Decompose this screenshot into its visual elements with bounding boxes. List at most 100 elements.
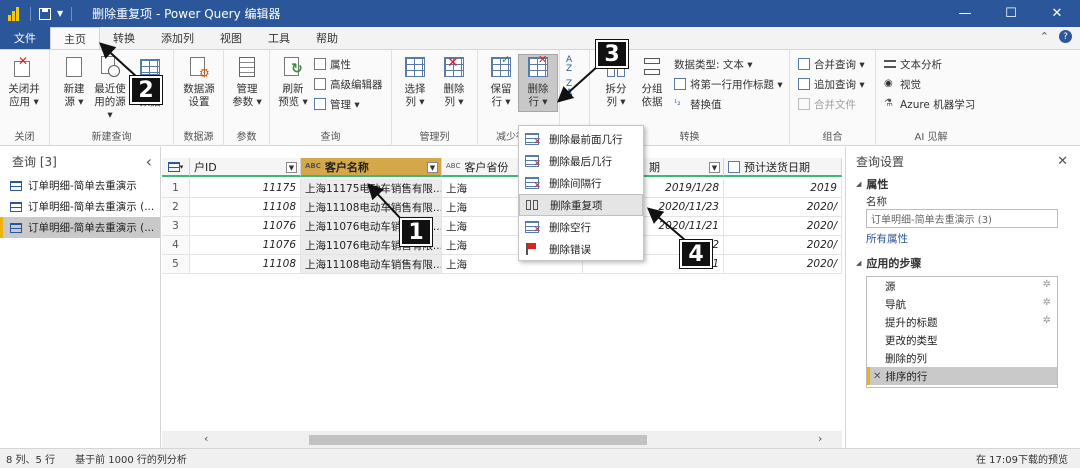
scrollbar-thumb[interactable] (309, 435, 647, 445)
collapse-ribbon-icon[interactable]: ⌃ (1040, 30, 1049, 43)
applied-step[interactable]: 导航 ✲ (867, 295, 1057, 313)
applied-step[interactable]: 源 ✲ (867, 277, 1057, 295)
tab-file[interactable]: 文件 (0, 27, 50, 49)
chevron-down-icon[interactable]: ▼ (709, 162, 720, 173)
vision-button[interactable]: ◉ 视觉 (884, 76, 921, 92)
data-source-settings-button[interactable]: ⚙ 数据源 设置 (179, 55, 219, 109)
recent-sources-button[interactable]: 最近使 用的源 ▾ (90, 55, 130, 122)
cell-id[interactable]: 11108 (190, 198, 301, 217)
cell-id[interactable]: 11076 (190, 217, 301, 236)
table-row[interactable]: 5 11108 上海11108电动车销售有限... 上海 /1 2020/ (162, 255, 842, 274)
column-header-customer-name[interactable]: ABC 客户名称 ▼ (301, 158, 442, 177)
merge-queries-button[interactable]: 合并查询 ▾ (798, 56, 865, 72)
remove-columns-button[interactable]: ✕ 删除 列 ▾ (434, 55, 474, 109)
properties-section[interactable]: ◢ 属性 (846, 175, 1080, 193)
new-source-button[interactable]: 新建 源 ▾ (54, 55, 94, 109)
cell-ship-date[interactable]: 2020/ (724, 255, 842, 274)
remove-rows-label-2: 行 ▾ (528, 96, 548, 108)
tab-help[interactable]: 帮助 (303, 27, 351, 49)
tab-transform[interactable]: 转换 (100, 27, 148, 49)
sort-descending-icon[interactable]: ZA (566, 80, 572, 98)
tab-view[interactable]: 视图 (207, 27, 255, 49)
menu-item-remove-alternate-rows[interactable]: ✕ 删除间隔行 (519, 172, 643, 194)
column-header-label: 客户省份 (464, 160, 509, 174)
applied-step-selected[interactable]: ✕ 排序的行 (867, 367, 1057, 385)
save-icon[interactable] (39, 7, 51, 20)
manage-query-button[interactable]: 管理 ▾ (314, 96, 360, 112)
menu-item-remove-errors[interactable]: 删除错误 (519, 238, 643, 260)
remove-top-rows-icon: ✕ (525, 133, 541, 147)
column-header-customer-id[interactable]: 户ID ▼ (190, 158, 301, 177)
chevron-down-icon[interactable]: ▼ (427, 162, 438, 173)
delete-step-icon[interactable]: ✕ (873, 371, 881, 382)
replace-values-button[interactable]: ¹₂ 替换值 (674, 96, 722, 112)
gear-icon[interactable]: ✲ (1043, 315, 1051, 326)
close-settings-icon[interactable]: ✕ (1057, 154, 1068, 169)
tab-add-column[interactable]: 添加列 (148, 27, 207, 49)
table-row[interactable]: 1 11175 上海11175电动车销售有限... 上海 2019/1/28 2… (162, 179, 842, 198)
maximize-button[interactable]: ☐ (988, 0, 1034, 27)
text-analytics-button[interactable]: 文本分析 (884, 56, 942, 72)
help-icon[interactable]: ? (1059, 30, 1072, 43)
menu-item-remove-bottom-rows[interactable]: ✕ 删除最后几行 (519, 150, 643, 172)
collapse-queries-pane-icon[interactable]: ‹ (146, 152, 152, 171)
chevron-down-icon[interactable]: ▼ (286, 162, 297, 173)
refresh-preview-button[interactable]: ↻ 刷新 预览 ▾ (273, 55, 313, 109)
cell-ship-date[interactable]: 2020/ (724, 198, 842, 217)
combine-files-button[interactable]: 合并文件 (798, 96, 856, 112)
refresh-preview-label-2: 预览 ▾ (278, 96, 308, 108)
table-row[interactable]: 3 11076 上海11076电动车销售有限... 上海 2020/11/21 … (162, 217, 842, 236)
keep-rows-button[interactable]: ✓ 保留 行 ▾ (481, 53, 521, 109)
menu-item-remove-blank-rows[interactable]: ✕ 删除空行 (519, 216, 643, 238)
all-properties-link[interactable]: 所有属性 (846, 228, 1080, 248)
column-header-ship-date[interactable]: 预计送货日期 (724, 158, 842, 177)
cell-ship-date[interactable]: 2019 (724, 179, 842, 198)
cell-name[interactable]: 上海11108电动车销售有限... (301, 198, 442, 217)
menu-item-remove-top-rows[interactable]: ✕ 删除最前面几行 (519, 128, 643, 150)
minimize-button[interactable]: — (942, 0, 988, 27)
manage-params-label-2: 参数 ▾ (232, 96, 262, 108)
quick-access-dropdown-icon[interactable]: ▼ (57, 9, 63, 18)
table-icon (167, 161, 180, 172)
azure-ml-button[interactable]: ⚗ Azure 机器学习 (884, 96, 975, 112)
scroll-right-icon[interactable]: › (818, 432, 822, 445)
cell-name[interactable]: 上海11108电动车销售有限... (301, 255, 442, 274)
close-apply-icon: ✕ (12, 55, 36, 79)
menu-item-remove-duplicates[interactable]: 删除重复项 (519, 194, 643, 216)
manage-params-button[interactable]: 管理 参数 ▾ (227, 55, 267, 109)
properties-button[interactable]: 属性 (314, 56, 351, 72)
remove-rows-button[interactable]: ✕ 删除 行 ▾ (518, 53, 558, 112)
applied-step[interactable]: 删除的列 (867, 349, 1057, 367)
gear-icon[interactable]: ✲ (1043, 279, 1051, 290)
query-item[interactable]: 订单明细-简单去重演示 (... (0, 196, 160, 217)
use-first-row-headers-button[interactable]: 将第一行用作标题 ▾ (674, 76, 783, 92)
cell-ship-date[interactable]: 2020/ (724, 217, 842, 236)
query-item[interactable]: 订单明细-简单去重演示 (0, 175, 160, 196)
gear-icon[interactable]: ✲ (1043, 297, 1051, 308)
tab-tools[interactable]: 工具 (255, 27, 303, 49)
table-menu-icon[interactable]: ▾ (162, 158, 190, 177)
append-queries-button[interactable]: 追加查询 ▾ (798, 76, 865, 92)
applied-steps-section[interactable]: ◢ 应用的步骤 (846, 254, 1080, 272)
group-by-button[interactable]: 分组 依据 (632, 55, 672, 109)
query-name-input[interactable]: 订单明细-简单去重演示 (3) (866, 209, 1058, 228)
applied-step[interactable]: 更改的类型 (867, 331, 1057, 349)
cell-name[interactable]: 上海11175电动车销售有限... (301, 179, 442, 198)
data-type-dropdown[interactable]: 数据类型: 文本 ▾ (674, 56, 752, 72)
table-row[interactable]: 4 11076 上海11076电动车销售有限... 上海 2 2020/ (162, 236, 842, 255)
tab-home[interactable]: 主页 (50, 27, 100, 49)
cell-id[interactable]: 11076 (190, 236, 301, 255)
query-item-selected[interactable]: 订单明细-简单去重演示 (... (0, 217, 160, 238)
cell-ship-date[interactable]: 2020/ (724, 236, 842, 255)
sort-ascending-icon[interactable]: AZ (566, 56, 572, 74)
advanced-editor-button[interactable]: 高级编辑器 (314, 76, 383, 92)
close-apply-button[interactable]: ✕ 关闭并 应用 ▾ (4, 55, 44, 109)
cell-id[interactable]: 11175 (190, 179, 301, 198)
cell-id[interactable]: 11108 (190, 255, 301, 274)
applied-step[interactable]: 提升的标题 ✲ (867, 313, 1057, 331)
choose-columns-button[interactable]: 选择 列 ▾ (395, 55, 435, 109)
horizontal-scrollbar[interactable]: ‹ › (162, 431, 842, 448)
close-button[interactable]: ✕ (1034, 0, 1080, 27)
table-row[interactable]: 2 11108 上海11108电动车销售有限... 上海 2020/11/23 … (162, 198, 842, 217)
scroll-left-icon[interactable]: ‹ (204, 432, 208, 445)
